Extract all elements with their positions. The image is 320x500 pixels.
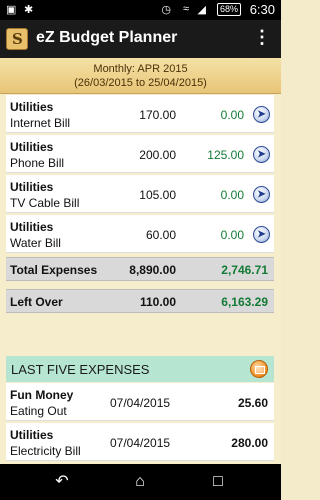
- go-arrow-icon[interactable]: ➤: [253, 226, 270, 243]
- navigation-bar: ↶ ⌂ □: [0, 464, 281, 500]
- app-title: eZ Budget Planner: [36, 29, 178, 46]
- expense-date: 07/04/2015: [110, 396, 171, 410]
- overflow-menu-icon[interactable]: ⋮: [253, 28, 271, 46]
- row-budget: 200.00: [139, 148, 176, 162]
- go-arrow-icon[interactable]: ➤: [253, 146, 270, 163]
- row-budget: 105.00: [139, 188, 176, 202]
- left-over-budget: 110.00: [139, 295, 176, 309]
- bug-icon: ✱: [24, 4, 34, 16]
- total-label: Total Expenses: [10, 263, 98, 277]
- expense-subcategory: Electricity Bill: [10, 444, 81, 458]
- main-content[interactable]: Utilities Internet Bill 170.00 0.00 ➤ Ut…: [0, 95, 281, 464]
- expense-category: Fun Money: [10, 388, 74, 402]
- row-category: Utilities: [10, 140, 54, 154]
- budget-row[interactable]: Utilities Phone Bill 200.00 125.00 ➤: [6, 135, 274, 173]
- row-subcategory: TV Cable Bill: [10, 196, 80, 210]
- back-icon[interactable]: ↶: [50, 472, 74, 492]
- row-subcategory: Internet Bill: [10, 116, 71, 130]
- left-over-label: Left Over: [10, 295, 63, 309]
- period-range: (26/03/2015 to 25/04/2015): [74, 77, 207, 89]
- section-title: LAST FIVE EXPENSES: [11, 362, 150, 377]
- expense-category: Utilities: [10, 428, 54, 442]
- total-budget: 8,890.00: [129, 263, 176, 277]
- budget-row[interactable]: Utilities Internet Bill 170.00 0.00 ➤: [6, 95, 274, 133]
- home-icon[interactable]: ⌂: [128, 472, 152, 492]
- total-spent: 2,746.71: [221, 263, 268, 277]
- alarm-icon: ◷: [161, 4, 171, 16]
- period-title: Monthly: APR 2015: [93, 63, 188, 75]
- row-spent: 0.00: [220, 188, 244, 202]
- left-over-row: Left Over 110.00 6,163.29: [6, 289, 274, 313]
- left-over-amount: 6,163.29: [221, 295, 268, 309]
- expense-row[interactable]: Fun Money Eating Out 07/04/2015 25.60: [6, 383, 274, 421]
- row-category: Utilities: [10, 220, 54, 234]
- signal-icon: ◢: [197, 4, 206, 16]
- row-budget: 170.00: [139, 108, 176, 122]
- row-category: Utilities: [10, 100, 54, 114]
- row-budget: 60.00: [145, 228, 176, 242]
- camera-icon: ▣: [6, 4, 17, 16]
- total-expenses-row: Total Expenses 8,890.00 2,746.71: [6, 257, 274, 281]
- expense-amount: 280.00: [231, 436, 268, 450]
- expense-row[interactable]: Utilities Electricity Bill 07/04/2015 28…: [6, 423, 274, 461]
- budget-row[interactable]: Utilities TV Cable Bill 105.00 0.00 ➤: [6, 175, 274, 213]
- period-header[interactable]: Monthly: APR 2015 (26/03/2015 to 25/04/2…: [0, 58, 281, 94]
- expense-date: 07/04/2015: [110, 436, 171, 450]
- row-subcategory: Water Bill: [10, 236, 61, 250]
- recent-apps-icon[interactable]: □: [206, 472, 230, 492]
- row-category: Utilities: [10, 180, 54, 194]
- wifi-icon: ≈: [182, 3, 189, 15]
- row-spent: 0.00: [220, 108, 244, 122]
- budget-row[interactable]: Utilities Water Bill 60.00 0.00 ➤: [6, 215, 274, 253]
- app-logo-icon[interactable]: S: [6, 28, 28, 50]
- expense-subcategory: Eating Out: [10, 404, 67, 418]
- last-five-expenses-header: LAST FIVE EXPENSES: [6, 356, 274, 382]
- action-bar: S eZ Budget Planner ⋮: [0, 20, 281, 58]
- row-spent: 125.00: [207, 148, 244, 162]
- battery-icon: 68%: [216, 3, 241, 16]
- view-all-expenses-icon[interactable]: [250, 360, 268, 378]
- go-arrow-icon[interactable]: ➤: [253, 186, 270, 203]
- expense-amount: 25.60: [237, 396, 268, 410]
- clock: 6:30: [249, 2, 275, 17]
- row-spent: 0.00: [220, 228, 244, 242]
- row-subcategory: Phone Bill: [10, 156, 65, 170]
- go-arrow-icon[interactable]: ➤: [253, 106, 270, 123]
- status-bar: ▣ ✱ ◷ ≈ ◢ 68% 6:30: [0, 0, 281, 20]
